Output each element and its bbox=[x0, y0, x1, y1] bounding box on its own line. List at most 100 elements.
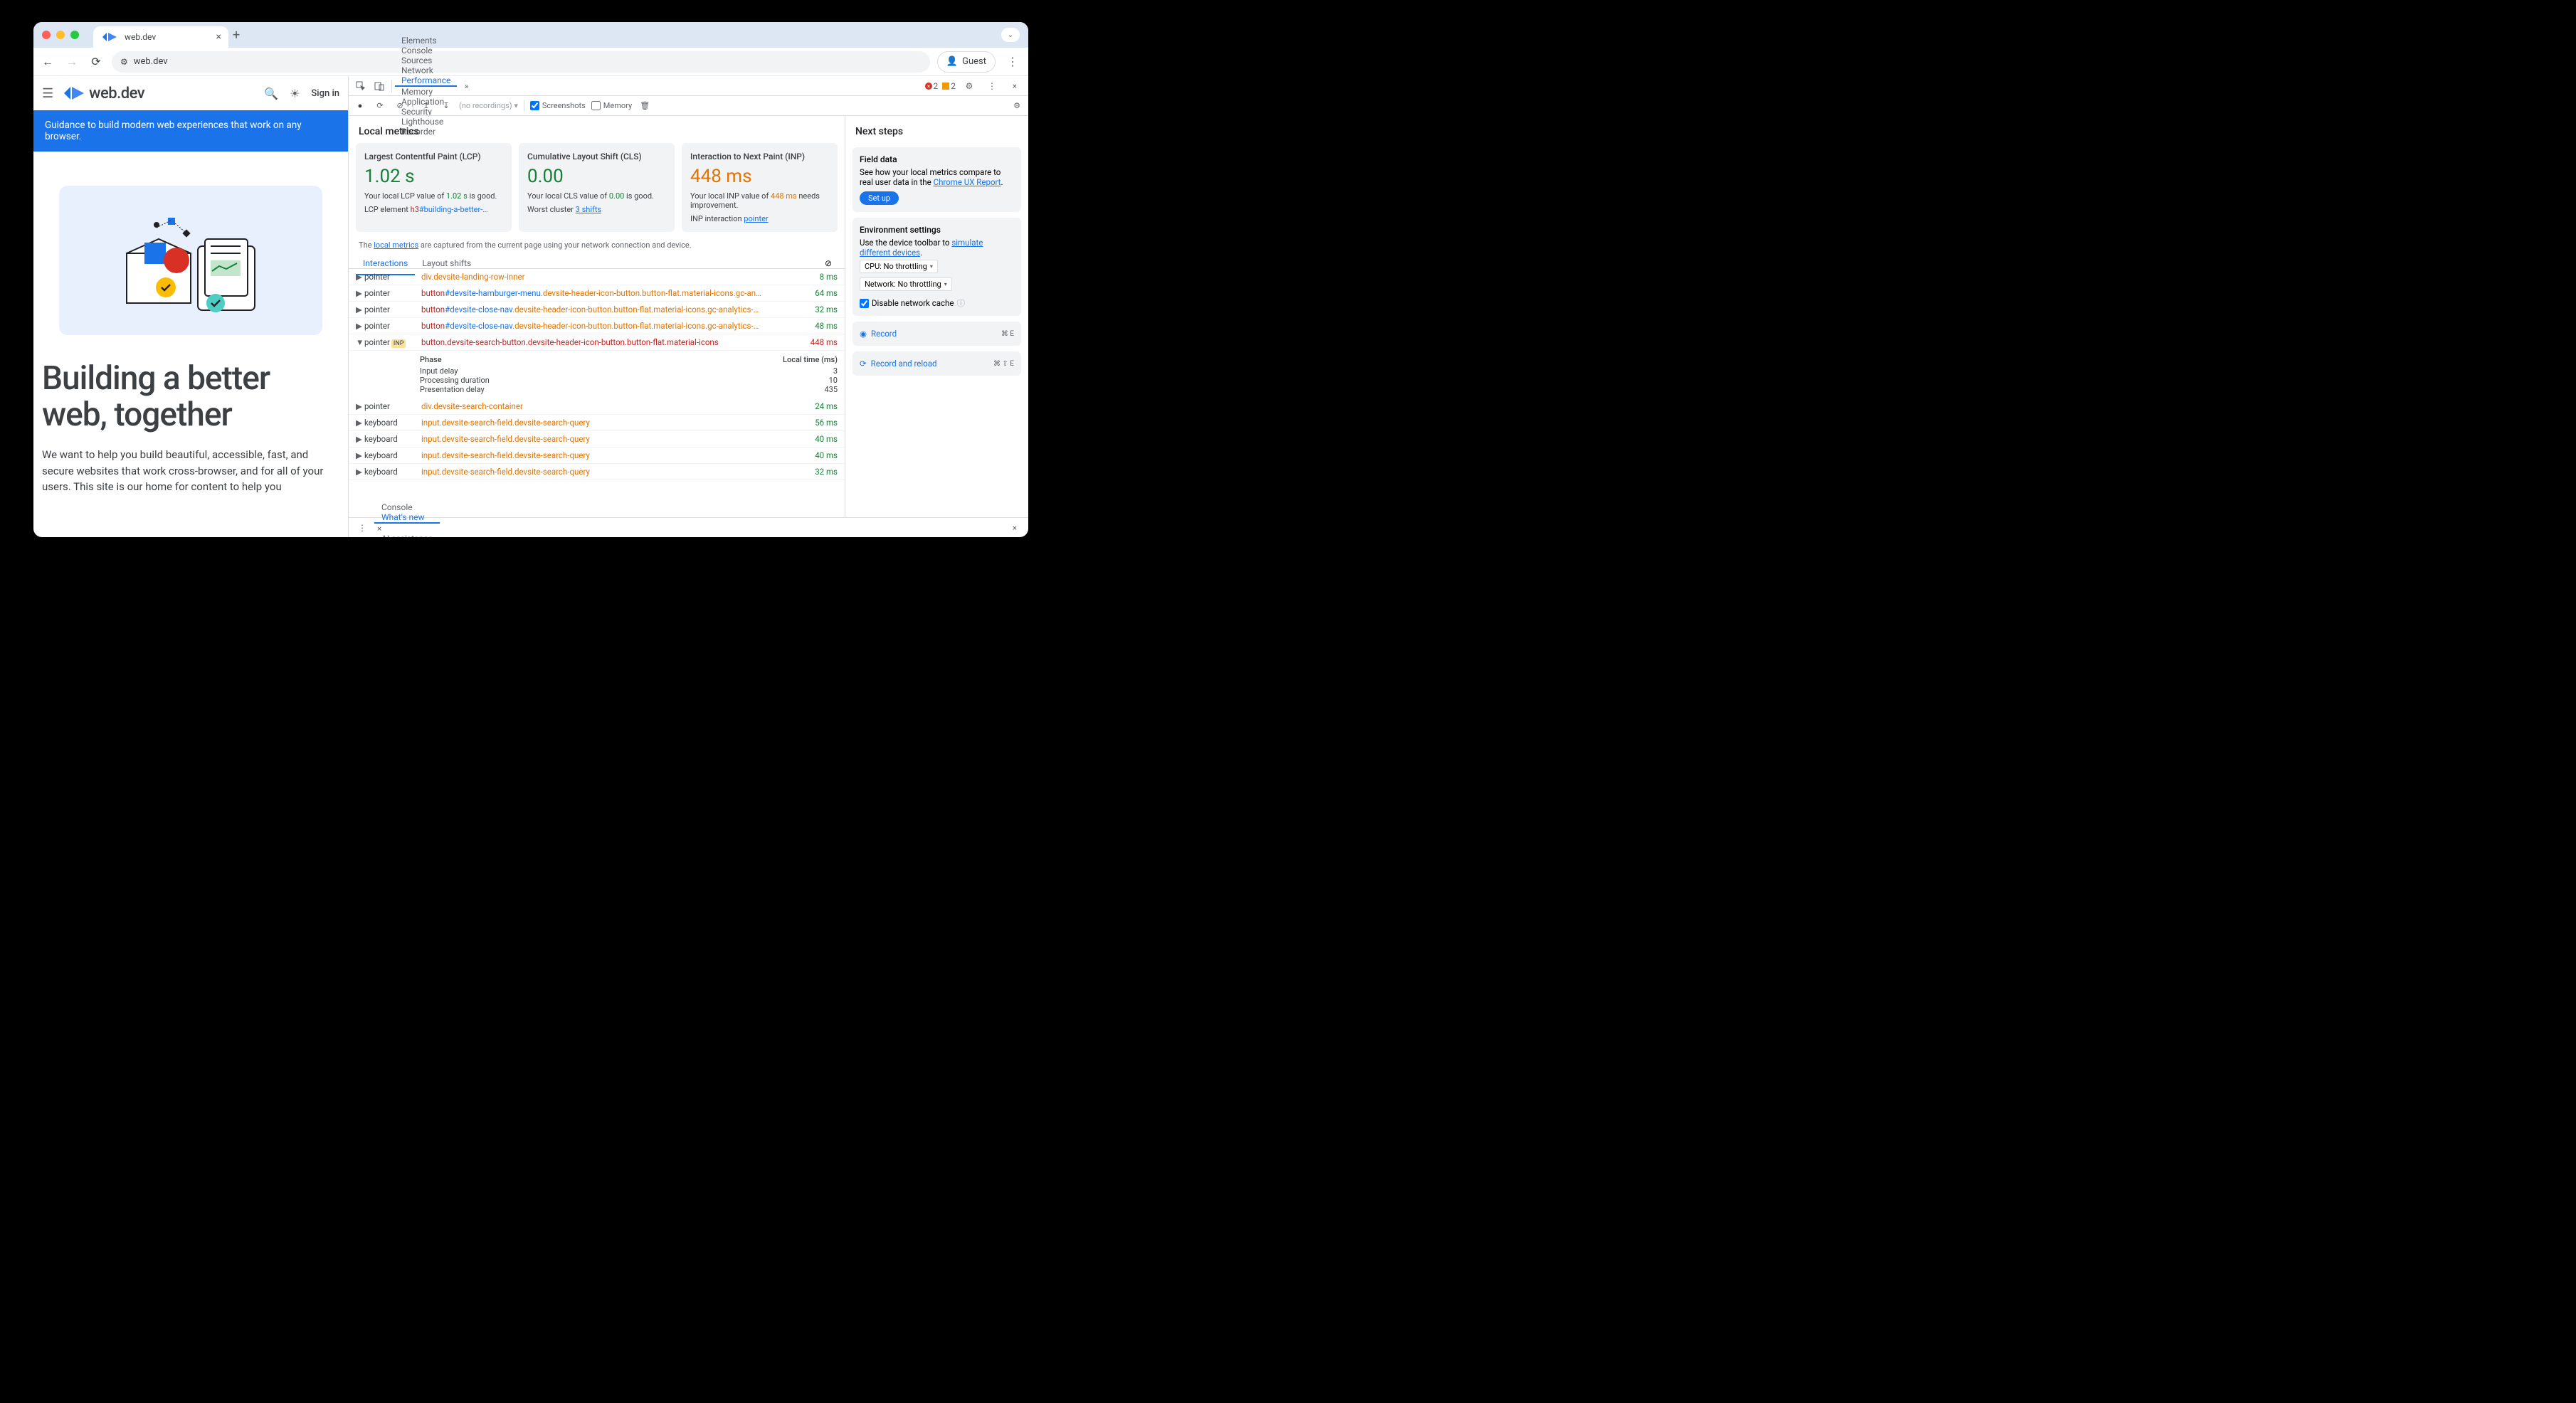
memory-checkbox[interactable]: Memory bbox=[591, 101, 632, 110]
site-settings-icon[interactable]: ⚙ bbox=[120, 57, 128, 67]
hamburger-menu-icon[interactable]: ☰ bbox=[42, 86, 53, 101]
interaction-row[interactable]: ▶keyboardinput.devsite-search-field.devs… bbox=[349, 464, 845, 480]
interaction-row[interactable]: ▶pointerdiv.devsite-landing-row-inner8 m… bbox=[349, 269, 845, 285]
upload-icon[interactable]: ↥ bbox=[419, 101, 433, 110]
error-count[interactable]: ×2 bbox=[925, 81, 939, 91]
devtools-tab-bar: ElementsConsoleSourcesNetworkPerformance… bbox=[349, 76, 1028, 96]
panel-settings-icon[interactable]: ⚙ bbox=[1010, 101, 1024, 110]
record-reload-shortcut: ⌘ ⇧ E bbox=[993, 360, 1014, 368]
disable-cache-checkbox[interactable]: Disable network cache ⓘ bbox=[860, 297, 1014, 309]
site-logo[interactable]: web.dev bbox=[63, 85, 144, 102]
performance-sidebar: Next steps Field data See how your local… bbox=[845, 116, 1028, 517]
close-drawer-tab-icon[interactable]: × bbox=[374, 524, 384, 534]
tab-strip: web.dev × + ⌄ bbox=[33, 22, 1028, 48]
subtab-layout-shifts[interactable]: Layout shifts bbox=[415, 253, 478, 274]
interaction-row[interactable]: ▶pointerbutton#devsite-hamburger-menu.de… bbox=[349, 285, 845, 302]
drawer-tab-ai-assistance[interactable]: AI assistance bbox=[374, 534, 440, 538]
gc-icon[interactable]: 🗑 bbox=[638, 101, 652, 110]
screenshots-checkbox[interactable]: Screenshots bbox=[530, 101, 586, 110]
reload-button[interactable]: ⟳ bbox=[88, 53, 105, 70]
tab-search-button[interactable]: ⌄ bbox=[1001, 28, 1020, 42]
page-viewport: ☰ web.dev 🔍 ☀ Sign in Guidance to build … bbox=[33, 76, 348, 537]
env-settings-card: Environment settings Use the device tool… bbox=[852, 218, 1021, 316]
phase-breakdown: PhaseLocal time (ms)Input delay3Processi… bbox=[349, 351, 845, 398]
site-header: ☰ web.dev 🔍 ☀ Sign in bbox=[33, 76, 348, 110]
warning-count[interactable]: 2 bbox=[942, 81, 956, 91]
devtools-tab-console[interactable]: Console bbox=[395, 46, 457, 55]
page-intro: We want to help you build beautiful, acc… bbox=[33, 433, 348, 495]
drawer-menu-icon[interactable]: ⋮ bbox=[353, 523, 371, 533]
setup-button[interactable]: Set up bbox=[860, 191, 899, 205]
network-throttle-select[interactable]: Network: No throttling bbox=[860, 277, 952, 291]
new-tab-button[interactable]: + bbox=[233, 28, 240, 43]
cpu-throttle-select[interactable]: CPU: No throttling bbox=[860, 260, 938, 273]
guest-label: Guest bbox=[962, 56, 986, 67]
performance-toolbar: ● ⟳ ⊘ ↥ ↧ (no recordings) ▾ Screenshots … bbox=[349, 96, 1028, 116]
interaction-row[interactable]: ▶keyboardinput.devsite-search-field.devs… bbox=[349, 415, 845, 431]
metric-card: Interaction to Next Paint (INP) 448 ms Y… bbox=[682, 143, 838, 232]
download-icon[interactable]: ↧ bbox=[439, 101, 453, 110]
url-text: web.dev bbox=[134, 56, 168, 67]
drawer-tab-console[interactable]: Console bbox=[374, 502, 440, 512]
close-drawer-icon[interactable]: × bbox=[1005, 523, 1024, 533]
devtools-tab-elements[interactable]: Elements bbox=[395, 36, 457, 46]
inspect-element-icon[interactable] bbox=[352, 81, 370, 91]
forward-button[interactable]: → bbox=[63, 53, 80, 70]
drawer-tab-what-s-new[interactable]: What's new bbox=[374, 512, 440, 524]
minimize-window-button[interactable] bbox=[56, 31, 65, 39]
banner: Guidance to build modern web experiences… bbox=[33, 110, 348, 152]
record-reload-card[interactable]: ⟳Record and reload ⌘ ⇧ E bbox=[852, 351, 1021, 376]
browser-menu-button[interactable]: ⋮ bbox=[1003, 55, 1023, 68]
close-devtools-icon[interactable]: × bbox=[1005, 81, 1024, 91]
devtools-tab-sources[interactable]: Sources bbox=[395, 55, 457, 65]
maximize-window-button[interactable] bbox=[70, 31, 79, 39]
next-steps-heading: Next steps bbox=[845, 116, 1028, 142]
webdev-logo-icon bbox=[63, 85, 85, 101]
sign-in-link[interactable]: Sign in bbox=[311, 88, 339, 99]
interaction-row[interactable]: ▶pointerdiv.devsite-search-container24 m… bbox=[349, 398, 845, 415]
record-card[interactable]: ◉Record ⌘ E bbox=[852, 322, 1021, 346]
back-button[interactable]: ← bbox=[39, 53, 56, 70]
interaction-row[interactable]: ▶pointerbutton#devsite-close-nav.devsite… bbox=[349, 302, 845, 318]
filter-icon[interactable]: ⊘ bbox=[825, 258, 838, 268]
metric-card: Cumulative Layout Shift (CLS) 0.00 Your … bbox=[519, 143, 675, 232]
field-data-title: Field data bbox=[860, 154, 1014, 164]
metric-card: Largest Contentful Paint (LCP) 1.02 s Yo… bbox=[356, 143, 512, 232]
devtools-tab-memory[interactable]: Memory bbox=[395, 87, 457, 97]
interaction-row[interactable]: ▶pointerbutton#devsite-close-nav.devsite… bbox=[349, 318, 845, 334]
help-icon[interactable]: ⓘ bbox=[956, 297, 965, 309]
webdev-favicon-icon bbox=[100, 31, 119, 43]
profile-button[interactable]: 👤 Guest bbox=[937, 51, 996, 73]
reload-record-icon[interactable]: ⟳ bbox=[373, 101, 387, 110]
close-window-button[interactable] bbox=[42, 31, 51, 39]
omnibox[interactable]: ⚙ web.dev bbox=[112, 51, 930, 73]
tab-title: web.dev bbox=[125, 32, 156, 42]
interaction-row[interactable]: ▶keyboardinput.devsite-search-field.devs… bbox=[349, 448, 845, 464]
interaction-row[interactable]: ▼pointerINPbutton.devsite-search-button.… bbox=[349, 334, 845, 351]
browser-window: web.dev × + ⌄ ← → ⟳ ⚙ web.dev 👤 Guest ⋮ … bbox=[33, 22, 1028, 537]
devtools-tab-performance[interactable]: Performance bbox=[395, 75, 457, 87]
address-bar: ← → ⟳ ⚙ web.dev 👤 Guest ⋮ bbox=[33, 48, 1028, 76]
clear-icon[interactable]: ⊘ bbox=[393, 101, 407, 110]
search-icon[interactable]: 🔍 bbox=[264, 87, 278, 100]
record-icon[interactable]: ● bbox=[353, 101, 367, 110]
reload-icon: ⟳ bbox=[860, 359, 867, 369]
browser-tab[interactable]: web.dev × bbox=[93, 26, 228, 48]
env-title: Environment settings bbox=[860, 225, 1014, 235]
crux-link[interactable]: Chrome UX Report bbox=[934, 177, 1001, 187]
window-controls bbox=[39, 31, 83, 39]
interactions-tabs: InteractionsLayout shifts ⊘ bbox=[349, 258, 845, 269]
site-brand-text: web.dev bbox=[89, 85, 144, 102]
devtools-menu-icon[interactable]: ⋮ bbox=[983, 81, 1001, 91]
close-tab-icon[interactable]: × bbox=[216, 31, 221, 43]
metrics-cards: Largest Contentful Paint (LCP) 1.02 s Yo… bbox=[349, 143, 845, 232]
more-tabs-icon[interactable]: » bbox=[457, 81, 475, 91]
theme-toggle-icon[interactable]: ☀ bbox=[290, 87, 300, 100]
devtools-tab-network[interactable]: Network bbox=[395, 65, 457, 75]
interaction-row[interactable]: ▶keyboardinput.devsite-search-field.devs… bbox=[349, 431, 845, 448]
recordings-dropdown[interactable]: (no recordings) ▾ bbox=[459, 101, 518, 110]
page-title: Building a better web, together bbox=[33, 335, 348, 433]
local-metrics-link[interactable]: local metrics bbox=[374, 240, 418, 250]
device-toolbar-icon[interactable] bbox=[370, 81, 389, 91]
settings-icon[interactable]: ⚙ bbox=[960, 81, 978, 91]
